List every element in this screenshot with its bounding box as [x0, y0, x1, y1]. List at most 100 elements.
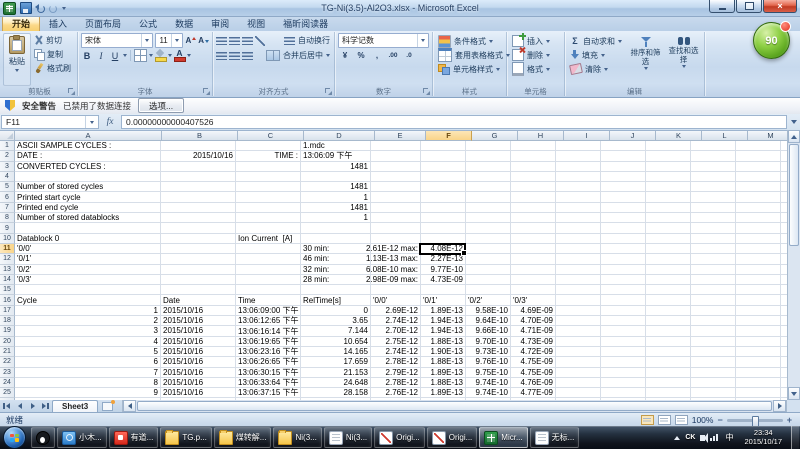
cell-I9[interactable]: [556, 223, 601, 234]
page-break-view-button[interactable]: [674, 415, 688, 425]
cell-A4[interactable]: [15, 171, 161, 183]
cell-E7[interactable]: [371, 202, 421, 214]
cell-L8[interactable]: [691, 213, 736, 224]
row-header-19[interactable]: 19: [0, 326, 15, 337]
cell-I22[interactable]: [556, 357, 601, 368]
row-header-11[interactable]: 11: [0, 243, 15, 255]
cell-L16[interactable]: [691, 295, 736, 306]
cell-K20[interactable]: [646, 336, 691, 347]
prev-sheet-button[interactable]: [13, 400, 26, 412]
cell-L5[interactable]: [691, 182, 736, 193]
cell-C5[interactable]: [236, 182, 301, 193]
options-button[interactable]: 选项...: [138, 98, 185, 113]
cell-L23[interactable]: [691, 367, 736, 378]
cell-J21[interactable]: [601, 346, 646, 358]
cell-D5[interactable]: 1481: [301, 182, 371, 193]
cell-C1[interactable]: [236, 141, 301, 152]
grow-font-button[interactable]: A: [185, 36, 197, 45]
cell-A12[interactable]: '0/1': [15, 254, 161, 265]
cell-K14[interactable]: [646, 274, 691, 286]
cell-I14[interactable]: [556, 274, 601, 286]
normal-view-button[interactable]: [640, 415, 654, 425]
column-header-D[interactable]: D: [304, 130, 375, 141]
cell-B8[interactable]: [161, 213, 236, 224]
cell-F20[interactable]: 1.88E-13: [421, 336, 466, 347]
cell-H11[interactable]: [511, 243, 556, 255]
column-header-C[interactable]: C: [238, 130, 304, 141]
cell-L6[interactable]: [691, 192, 736, 203]
cell-F7[interactable]: [421, 202, 466, 214]
fill-color-dropdown-icon[interactable]: [168, 54, 172, 57]
cell-H25[interactable]: 4.77E-09: [511, 388, 556, 399]
cell-E2[interactable]: [371, 151, 421, 162]
cell-D22[interactable]: 17.659: [301, 357, 371, 368]
last-sheet-button[interactable]: [39, 400, 52, 412]
cell-G16[interactable]: '0/2': [466, 295, 511, 306]
taskbar-clock[interactable]: 23:34 2015/10/17: [740, 428, 786, 446]
sort-filter-button[interactable]: 排序和筛选: [627, 33, 664, 89]
cell-D3[interactable]: 1481: [301, 161, 371, 172]
cell-D25[interactable]: 28.158: [301, 388, 371, 399]
cell-J16[interactable]: [601, 295, 646, 306]
cell-L10[interactable]: [691, 233, 736, 244]
find-select-button[interactable]: 查找和选择: [665, 33, 702, 89]
row-header-23[interactable]: 23: [0, 367, 15, 378]
row-header-21[interactable]: 21: [0, 346, 15, 358]
cell-I11[interactable]: [556, 243, 601, 255]
zoom-slider-thumb[interactable]: [752, 415, 760, 427]
column-header-J[interactable]: J: [610, 130, 656, 141]
cell-M25[interactable]: [736, 388, 781, 399]
cell-H4[interactable]: [511, 171, 556, 183]
cell-F10[interactable]: [421, 233, 466, 244]
autosum-button[interactable]: Σ 自动求和: [567, 34, 625, 48]
cell-C2[interactable]: TIME :: [236, 151, 301, 162]
vertical-scrollbar[interactable]: [787, 130, 800, 400]
cell-B25[interactable]: 2015/10/16: [161, 388, 236, 399]
cell-H7[interactable]: [511, 202, 556, 214]
cell-K1[interactable]: [646, 141, 691, 152]
cell-G8[interactable]: [466, 213, 511, 224]
cell-F21[interactable]: 1.90E-13: [421, 346, 466, 358]
cell-K19[interactable]: [646, 326, 691, 337]
taskbar-button-1[interactable]: 小木...: [57, 427, 107, 448]
cell-I8[interactable]: [556, 213, 601, 224]
row-header-15[interactable]: 15: [0, 285, 15, 296]
cell-D17[interactable]: 0: [301, 305, 371, 317]
delete-cells-button[interactable]: 删除: [509, 48, 562, 62]
cell-B21[interactable]: 2015/10/16: [161, 346, 236, 358]
cell-E23[interactable]: 2.79E-12: [371, 367, 421, 378]
vertical-scroll-thumb[interactable]: [789, 144, 799, 246]
cell-K24[interactable]: [646, 377, 691, 389]
cell-M10[interactable]: [736, 233, 781, 244]
cell-K25[interactable]: [646, 388, 691, 399]
cell-I24[interactable]: [556, 377, 601, 389]
cell-K6[interactable]: [646, 192, 691, 203]
next-sheet-button[interactable]: [26, 400, 39, 412]
cell-J17[interactable]: [601, 305, 646, 317]
cell-A20[interactable]: 4: [15, 336, 161, 347]
cell-I10[interactable]: [556, 233, 601, 244]
cell-E1[interactable]: [371, 141, 421, 152]
taskbar-button-0[interactable]: [31, 427, 55, 448]
cell-J7[interactable]: [601, 202, 646, 214]
sheet-tab-0[interactable]: Sheet3: [52, 400, 99, 412]
cell-A14[interactable]: '0/3': [15, 274, 161, 286]
cell-L15[interactable]: [691, 285, 736, 296]
fill-button[interactable]: 填充: [567, 48, 625, 62]
cell-C25[interactable]: 13:06:37:15 下午: [236, 388, 301, 399]
cell-G21[interactable]: 9.73E-10: [466, 346, 511, 358]
cell-M5[interactable]: [736, 182, 781, 193]
cell-M2[interactable]: [736, 151, 781, 162]
ribbon-tab-7[interactable]: 福昕阅读器: [274, 16, 337, 31]
zoom-slider[interactable]: [726, 415, 783, 427]
cell-J22[interactable]: [601, 357, 646, 368]
ribbon-tab-5[interactable]: 审阅: [202, 16, 238, 31]
cell-I13[interactable]: [556, 264, 601, 275]
cell-J12[interactable]: [601, 254, 646, 265]
cell-B23[interactable]: 2015/10/16: [161, 367, 236, 378]
align-bottom-icon[interactable]: [242, 36, 253, 45]
align-right-icon[interactable]: [242, 51, 253, 60]
cell-F5[interactable]: [421, 182, 466, 193]
cell-styles-button[interactable]: 单元格样式: [435, 62, 504, 76]
cell-M19[interactable]: [736, 326, 781, 337]
